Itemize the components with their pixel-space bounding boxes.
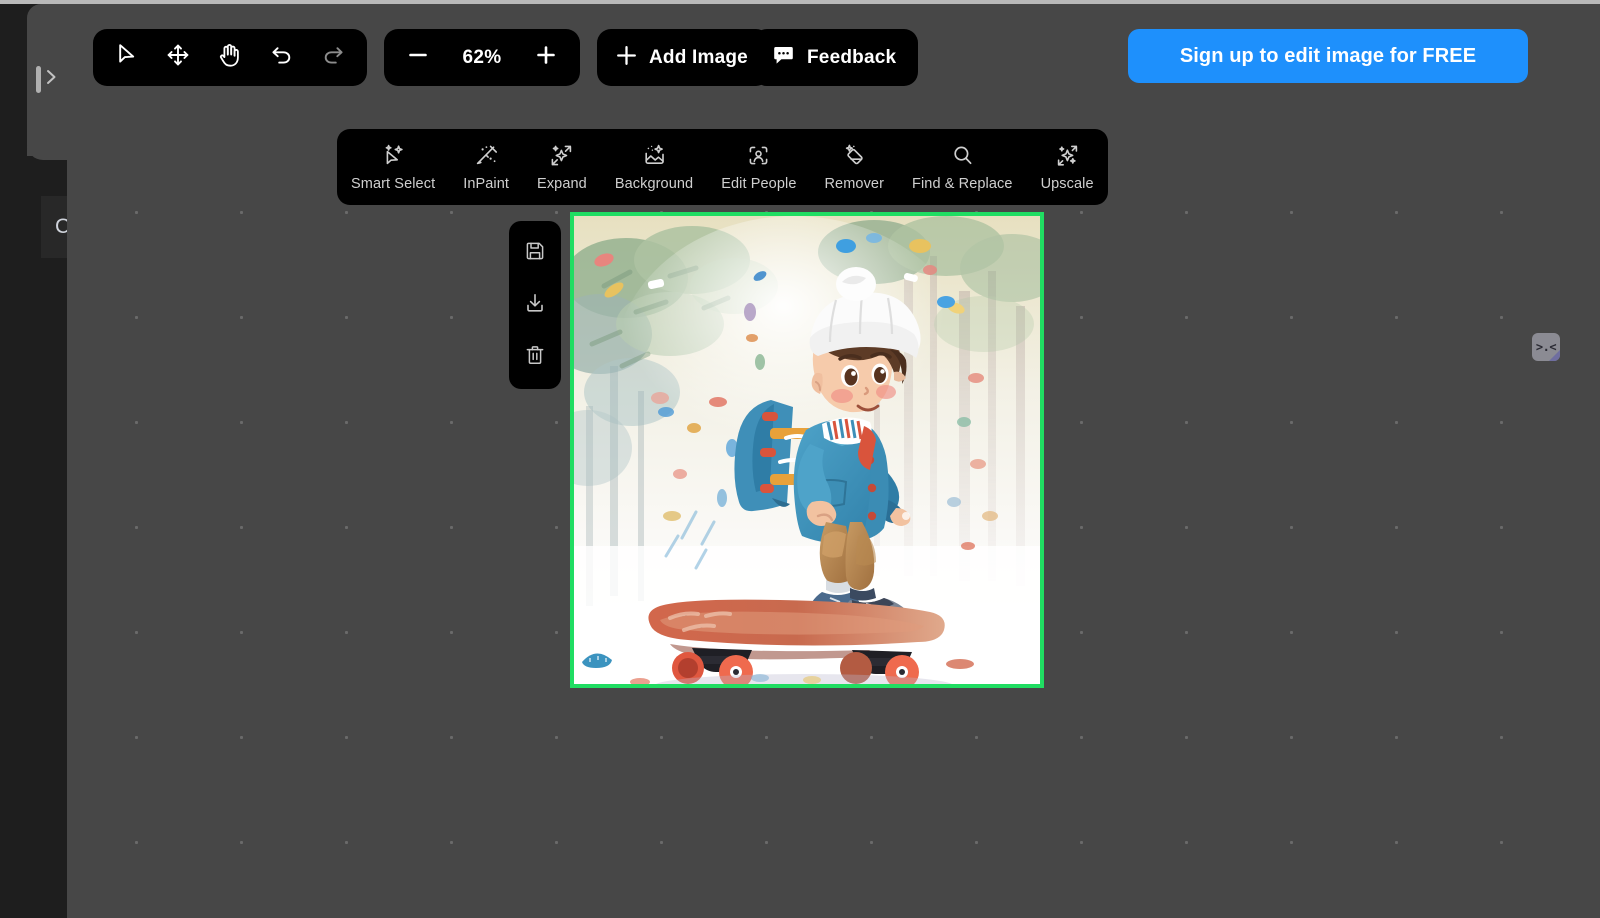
- app-root: C 62% Add Image Feedback Sign up to edit…: [0, 0, 1600, 918]
- save-button[interactable]: [515, 233, 555, 273]
- chat-bubble-icon: [772, 45, 795, 71]
- person-frame-icon: [745, 143, 772, 169]
- move-tool-button[interactable]: [153, 30, 205, 86]
- zoom-in-button[interactable]: [524, 36, 568, 80]
- ai-tool-expand[interactable]: Expand: [523, 129, 601, 205]
- app-header-shell-corner: [27, 120, 67, 160]
- delete-button[interactable]: [515, 337, 555, 377]
- canvas-image-object[interactable]: [570, 212, 1044, 688]
- search-icon: [949, 143, 976, 169]
- ai-tool-label: Remover: [824, 175, 885, 192]
- plus-icon: [535, 44, 557, 71]
- download-button[interactable]: [515, 285, 555, 325]
- save-floppy-icon: [524, 240, 546, 267]
- emoji-face-chip[interactable]: >.<: [1532, 333, 1560, 361]
- feedback-button[interactable]: Feedback: [753, 29, 919, 86]
- signup-cta-label: Sign up to edit image for FREE: [1179, 44, 1477, 67]
- feedback-label: Feedback: [807, 46, 897, 68]
- move-arrows-icon: [166, 43, 190, 72]
- ai-tool-label: Edit People: [721, 175, 797, 192]
- ai-tools-toolbar: Smart Select InPaint Expand Background E…: [337, 129, 1108, 205]
- zoom-level-value[interactable]: 62%: [463, 47, 502, 69]
- signup-cta-button[interactable]: Sign up to edit image for FREE: [1128, 29, 1528, 83]
- ai-tool-remover[interactable]: Remover: [810, 129, 898, 205]
- ai-tool-label: InPaint: [463, 175, 510, 192]
- undo-button[interactable]: [256, 30, 308, 86]
- download-icon: [524, 292, 546, 319]
- ai-tool-smart-select[interactable]: Smart Select: [337, 129, 449, 205]
- zoom-control: 62%: [384, 29, 580, 86]
- ai-tool-label: Upscale: [1040, 175, 1094, 192]
- select-tool-button[interactable]: [101, 30, 153, 86]
- ai-tool-label: Background: [614, 175, 694, 192]
- pan-tool-button[interactable]: [204, 30, 256, 86]
- sidebar-toggle-button[interactable]: [36, 60, 70, 98]
- ai-tool-label: Expand: [537, 175, 587, 192]
- add-image-button[interactable]: Add Image: [597, 29, 770, 86]
- chevron-right-icon: [45, 68, 58, 91]
- chip-corner-fold: [1549, 350, 1560, 361]
- artwork-illustration: [574, 216, 1040, 684]
- panel-bar-icon: [36, 65, 41, 93]
- add-image-label: Add Image: [649, 46, 748, 68]
- ai-tool-edit-people[interactable]: Edit People: [707, 129, 810, 205]
- image-sparkle-icon: [641, 143, 668, 169]
- hand-icon: [218, 43, 241, 73]
- ai-tool-label: Smart Select: [351, 175, 436, 192]
- eraser-sparkle-icon: [841, 143, 868, 169]
- trash-icon: [524, 344, 546, 371]
- window-top-strip: [0, 0, 1600, 4]
- plus-icon: [615, 44, 638, 72]
- ai-tool-label: Find & Replace: [912, 175, 1013, 192]
- undo-arrow-icon: [270, 44, 293, 71]
- cursor-arrow-icon: [117, 43, 137, 72]
- ai-tool-find-replace[interactable]: Find & Replace: [898, 129, 1027, 205]
- magic-wand-icon: [473, 143, 500, 169]
- main-tools-toolbar: [93, 29, 367, 86]
- redo-button[interactable]: [307, 30, 359, 86]
- ai-tool-background[interactable]: Background: [601, 129, 707, 205]
- ai-tool-inpaint[interactable]: InPaint: [449, 129, 523, 205]
- zoom-out-button[interactable]: [396, 36, 440, 80]
- redo-arrow-icon: [322, 44, 345, 71]
- smart-select-icon: [380, 143, 407, 169]
- minus-icon: [407, 44, 429, 71]
- ai-tool-upscale[interactable]: Upscale: [1027, 129, 1108, 205]
- object-actions-toolbar: [509, 221, 561, 389]
- expand-sparkle-icon: [548, 143, 575, 169]
- upscale-sparkle-icon: [1054, 143, 1081, 169]
